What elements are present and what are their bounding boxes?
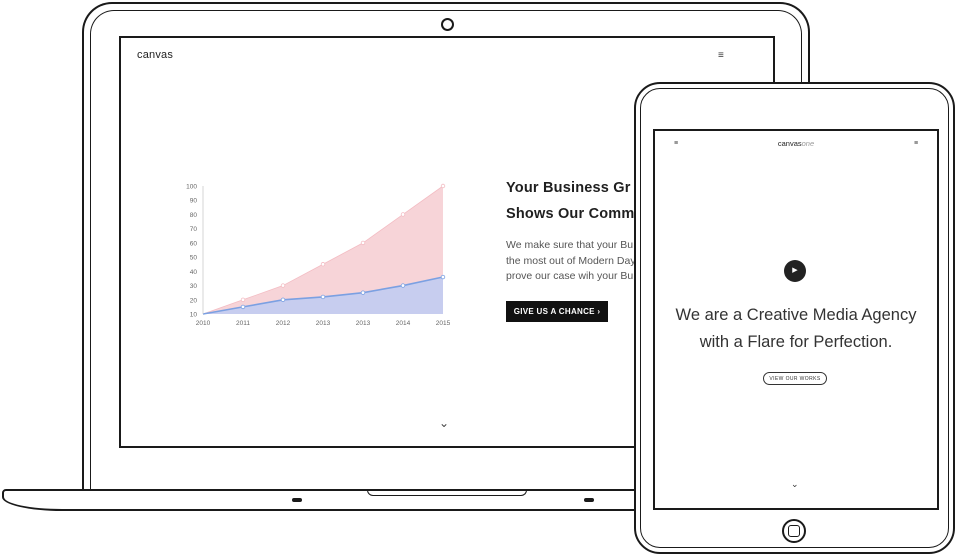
chart-x-tick-label: 2013 bbox=[356, 320, 371, 327]
logo-accent-text: one bbox=[801, 139, 815, 148]
laptop-camera-icon bbox=[441, 18, 454, 31]
hero-text-line: We make sure that your Bu bbox=[506, 239, 634, 251]
chart-point bbox=[240, 297, 246, 302]
site-logo[interactable]: canvas bbox=[137, 49, 173, 61]
hero-description: We make sure that your Bu the most out o… bbox=[506, 238, 636, 285]
tablet-hero-line: We are a Creative Media Agency bbox=[675, 306, 917, 324]
chart-x-tick-label: 2011 bbox=[236, 320, 250, 327]
logo-main-text: canvas bbox=[777, 139, 802, 148]
chart-x-tick-label: 2012 bbox=[276, 320, 291, 327]
chart-y-tick-label: 50 bbox=[190, 255, 198, 262]
hamburger-menu-icon[interactable]: ≡ bbox=[718, 50, 724, 61]
chart-y-tick-label: 80 bbox=[190, 212, 198, 219]
chart-y-tick-label: 90 bbox=[190, 198, 198, 205]
tablet-right-menu-icon[interactable]: ≡ bbox=[914, 140, 918, 147]
chart-y-tick-label: 30 bbox=[190, 283, 198, 290]
chart-point bbox=[400, 212, 406, 217]
laptop-trackpad-notch bbox=[367, 489, 527, 496]
tablet-screen: ≡ canvasone ≡ ▶ We are a Creative Media … bbox=[653, 129, 939, 510]
tablet-scroll-down-chevron-icon[interactable]: ⌄ bbox=[791, 479, 799, 490]
chart-y-tick-label: 20 bbox=[190, 297, 198, 304]
home-square-icon bbox=[788, 525, 800, 537]
chart-x-tick-label: 2014 bbox=[396, 320, 411, 327]
hero-title-line: Shows Our Comm bbox=[506, 206, 635, 222]
play-video-icon[interactable]: ▶ bbox=[784, 260, 806, 282]
chart-point bbox=[240, 304, 246, 310]
chart-point bbox=[280, 297, 286, 302]
chart-y-tick-label: 60 bbox=[190, 240, 198, 247]
chart-point bbox=[360, 290, 366, 295]
chart-point bbox=[320, 262, 326, 267]
hero-text-line: the most out of Modern Day bbox=[506, 254, 636, 267]
laptop-foot bbox=[292, 498, 302, 502]
hero-title-line: Your Business Gr bbox=[506, 180, 631, 196]
chart-x-tick-label: 2010 bbox=[196, 320, 211, 327]
scroll-down-chevron-icon[interactable]: ⌄ bbox=[439, 416, 449, 430]
hero-title: Your Business Gr Shows Our Comm bbox=[506, 175, 634, 227]
chart-point bbox=[360, 240, 366, 246]
hero-text-line: prove our case wih your Bu bbox=[506, 270, 634, 282]
laptop-foot bbox=[584, 498, 594, 502]
view-our-works-button[interactable]: VIEW OUR WORKS bbox=[763, 372, 827, 385]
chart-y-tick-label: 40 bbox=[190, 269, 198, 276]
chart-y-tick-label: 10 bbox=[190, 312, 198, 319]
growth-chart: 10 20 30 40 50 60 70 80 90 100 2010 2011 2012 2013 201… bbox=[186, 183, 451, 328]
chart-point bbox=[280, 283, 286, 288]
chart-point bbox=[400, 283, 406, 288]
chart-point bbox=[440, 274, 446, 280]
chart-point bbox=[320, 294, 326, 300]
laptop-base bbox=[2, 489, 702, 511]
chart-y-tick-label: 70 bbox=[190, 226, 198, 233]
chart-point bbox=[440, 183, 446, 189]
tablet-site-logo[interactable]: canvasone bbox=[655, 139, 937, 148]
give-us-a-chance-button[interactable]: GIVE US A CHANCE › bbox=[506, 301, 608, 322]
tablet-hero-heading: We are a Creative Media Agency with a Fl… bbox=[655, 302, 937, 356]
chart-x-tick-label: 2015 bbox=[436, 320, 451, 327]
tablet-hero-line: with a Flare for Perfection. bbox=[699, 333, 893, 351]
chart-y-tick-label: 100 bbox=[186, 184, 197, 191]
chart-x-tick-label: 2013 bbox=[316, 320, 331, 327]
